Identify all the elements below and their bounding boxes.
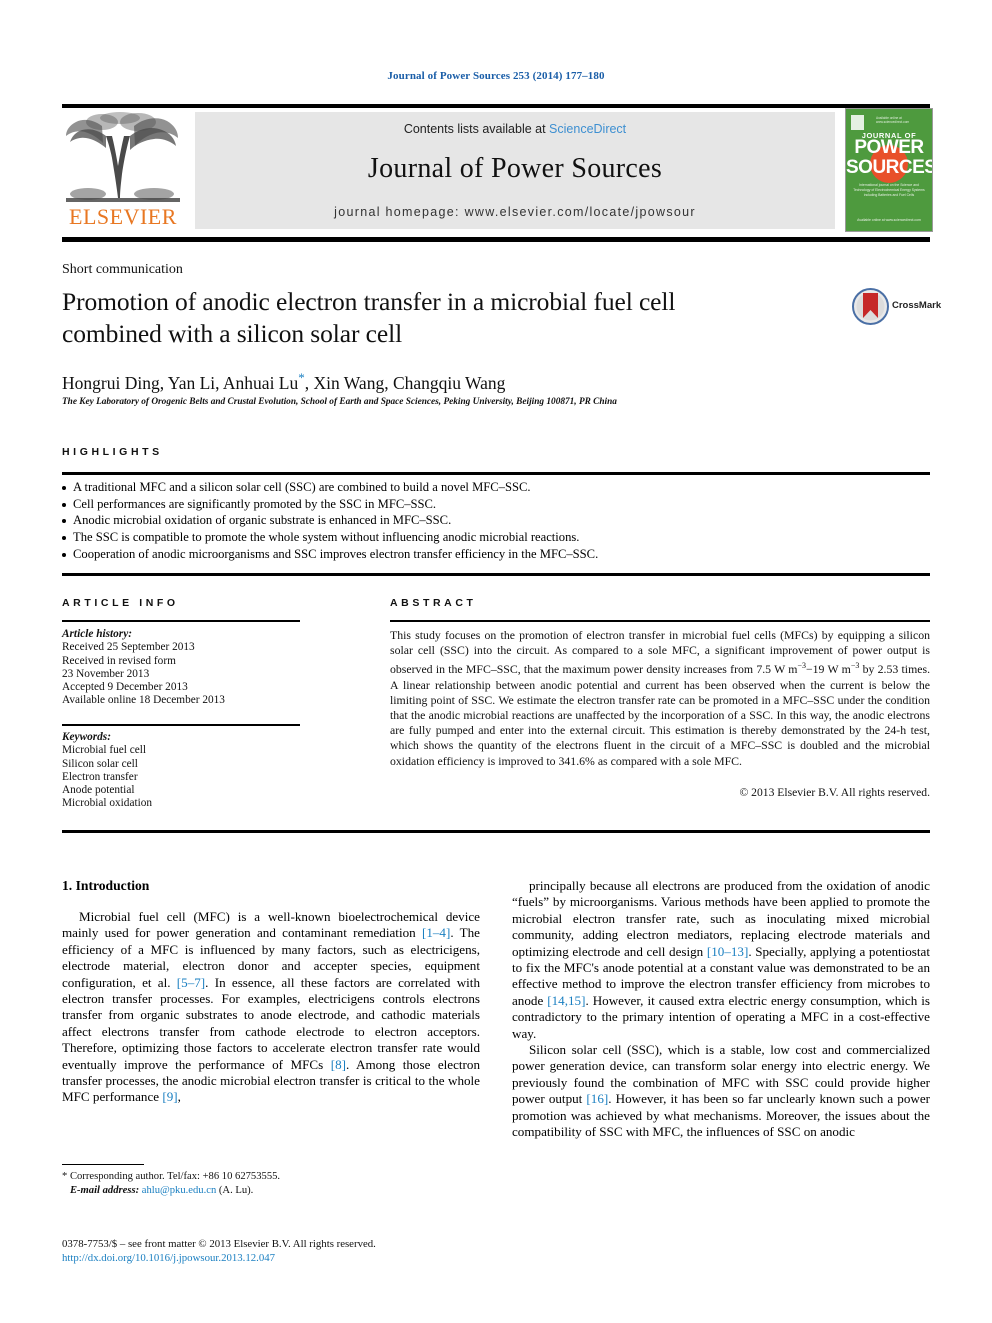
text-run: ,	[177, 1089, 181, 1105]
doi-link[interactable]: http://dx.doi.org/10.1016/j.jpowsour.201…	[62, 1252, 542, 1266]
list-item: Cell performances are significantly prom…	[62, 496, 930, 513]
elsevier-wordmark: ELSEVIER	[69, 204, 177, 229]
body-column-left: 1. Introduction Microbial fuel cell (MFC…	[62, 878, 480, 1106]
author-list: Hongrui Ding, Yan Li, Anhuai Lu*, Xin Wa…	[62, 370, 505, 394]
history-item: Available online 18 December 2013	[62, 694, 225, 707]
citation-ref[interactable]: [14,15]	[547, 993, 585, 1008]
crossmark-badge[interactable]: CrossMark	[852, 288, 941, 328]
citation-ref[interactable]: [8]	[331, 1057, 346, 1072]
paragraph: principally because all electrons are pr…	[512, 878, 930, 1042]
journal-cover-thumbnail[interactable]: Available online at www.sciencedirect.co…	[845, 108, 933, 232]
affiliation: The Key Laboratory of Orogenic Belts and…	[62, 397, 617, 407]
authors-main: Hongrui Ding, Yan Li, Anhuai Lu	[62, 372, 299, 393]
journal-homepage-link[interactable]: journal homepage: www.elsevier.com/locat…	[195, 205, 835, 219]
history-item: Accepted 9 December 2013	[62, 681, 188, 694]
history-item: Received 25 September 2013	[62, 641, 195, 654]
list-item: The SSC is compatible to promote the who…	[62, 529, 930, 546]
journal-title: Journal of Power Sources	[367, 153, 663, 184]
citation-ref[interactable]: [5–7]	[177, 975, 205, 990]
email-note: E-mail address: ahlu@pku.edu.cn (A. Lu).	[62, 1184, 482, 1198]
crossmark-label: CrossMark	[892, 300, 942, 311]
introduction-heading: 1. Introduction	[62, 878, 150, 893]
page-title: Promotion of anodic electron transfer in…	[62, 287, 676, 348]
keyword-item: Anode potential	[62, 784, 135, 797]
running-head: Journal of Power Sources 253 (2014) 177–…	[387, 70, 605, 82]
paper-page: Journal of Power Sources 253 (2014) 177–…	[0, 0, 992, 1323]
body-column-right: principally because all electrons are pr…	[512, 878, 930, 1141]
journal-banner: Contents lists available at ScienceDirec…	[195, 112, 835, 229]
cover-blurb: International journal on the Science and…	[853, 183, 925, 197]
elsevier-tree-icon	[62, 112, 184, 204]
abstract-heading: ABSTRACT	[390, 597, 477, 609]
issn-line: 0378-7753/$ – see front matter © 2013 El…	[62, 1238, 376, 1250]
keyword-item: Microbial oxidation	[62, 797, 153, 810]
corresponding-author-note: * Corresponding author. Tel/fax: +86 10 …	[62, 1171, 281, 1182]
list-item: Anodic microbial oxidation of organic su…	[62, 512, 930, 529]
article-info-separator	[62, 724, 300, 726]
article-info-heading: ARTICLE INFO	[62, 597, 179, 609]
frontmatter-block: 0378-7753/$ – see front matter © 2013 El…	[62, 1238, 542, 1266]
abstract-rule	[390, 620, 930, 622]
sciencedirect-link[interactable]: ScienceDirect	[549, 122, 626, 136]
cover-foot: Available online at www.sciencedirect.co…	[857, 218, 921, 222]
authors-rest: , Xin Wang, Changqiu Wang	[304, 372, 506, 393]
citation-ref[interactable]: [1–4]	[422, 925, 450, 940]
email-suffix: (A. Lu).	[218, 1184, 254, 1196]
paragraph: Silicon solar cell (SSC), which is a sta…	[512, 1042, 930, 1140]
crossmark-icon	[852, 288, 889, 325]
abstract-part-3: by 2.53 times. A linear relationship bet…	[390, 662, 931, 768]
highlights-rule-bottom	[62, 573, 930, 576]
masthead-rule-top	[62, 104, 930, 108]
article-info-rule	[62, 620, 300, 622]
paragraph: Microbial fuel cell (MFC) is a well-know…	[62, 909, 480, 1106]
history-item: Received in revised form	[62, 654, 176, 667]
cover-sources-word: SOURCES	[846, 157, 933, 178]
contents-line: Contents lists available at ScienceDirec…	[195, 122, 835, 136]
history-item: 23 November 2013	[62, 667, 150, 680]
text-run: Microbial fuel cell (MFC) is a well-know…	[62, 909, 480, 941]
keyword-item: Microbial fuel cell	[62, 744, 147, 757]
keywords-label: Keywords:	[62, 731, 111, 743]
highlights-heading: HIGHLIGHTS	[62, 446, 163, 458]
highlights-rule-top	[62, 472, 930, 475]
footnote-block: * Corresponding author. Tel/fax: +86 10 …	[62, 1170, 482, 1197]
cover-power-word: POWER	[854, 137, 924, 158]
email-link[interactable]: ahlu@pku.edu.cn	[142, 1185, 216, 1196]
article-history-label: Article history:	[62, 628, 132, 640]
abstract-text: This study focuses on the promotion of e…	[390, 628, 930, 769]
email-label: E-mail address:	[69, 1184, 140, 1196]
citation-ref[interactable]: [16]	[586, 1091, 608, 1106]
contents-prefix: Contents lists available at	[403, 122, 550, 136]
elsevier-logo: ELSEVIER	[62, 112, 184, 230]
cover-masthead-text: Available online at www.sciencedirect.co…	[876, 116, 910, 124]
list-item: A traditional MFC and a silicon solar ce…	[62, 479, 930, 496]
info-rule-bottom	[62, 830, 930, 833]
masthead-rule-bottom	[62, 237, 930, 242]
keyword-item: Electron transfer	[62, 770, 138, 783]
abstract-part-2: −19 W m	[805, 662, 851, 677]
list-item: Cooperation of anodic microorganisms and…	[62, 546, 930, 563]
section-type: Short communication	[62, 262, 183, 277]
cover-publisher-icon	[851, 115, 864, 130]
copyright-line: © 2013 Elsevier B.V. All rights reserved…	[739, 786, 930, 799]
citation-ref[interactable]: [10–13]	[707, 944, 748, 959]
keywords-block: Keywords: Microbial fuel cell Silicon so…	[62, 731, 312, 811]
abstract-sup-1: −3	[797, 661, 806, 671]
article-history: Article history: Received 25 September 2…	[62, 628, 312, 708]
footnote-rule	[62, 1164, 144, 1166]
keyword-item: Silicon solar cell	[62, 757, 138, 770]
citation-ref[interactable]: [9]	[162, 1089, 177, 1104]
highlights-list: A traditional MFC and a silicon solar ce…	[62, 479, 930, 563]
